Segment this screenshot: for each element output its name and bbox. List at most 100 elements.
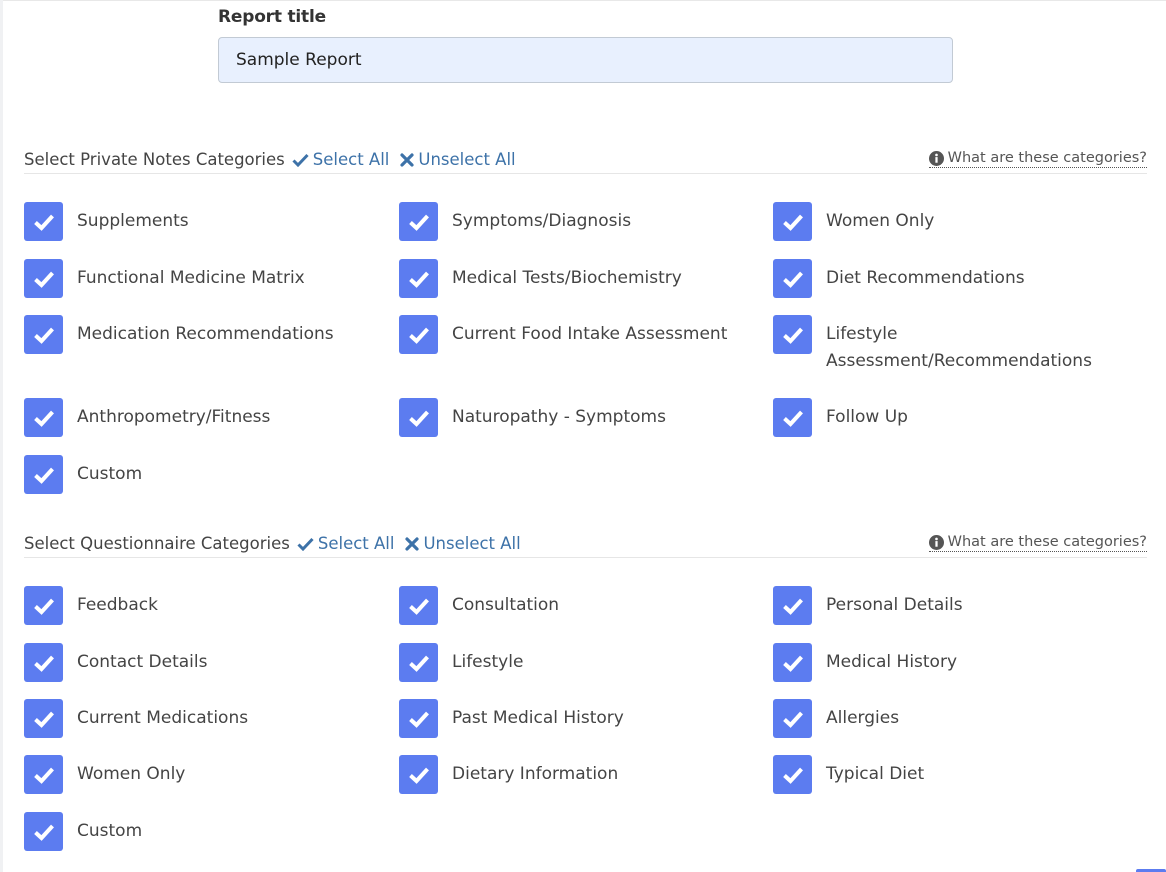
checkbox-label: Diet Recommendations	[826, 268, 1025, 288]
category-checkbox-item[interactable]: Custom	[24, 455, 397, 494]
check-icon	[292, 153, 309, 167]
questionnaire-section: Select Questionnaire Categories Select A…	[24, 530, 1147, 851]
checkbox-label: Women Only	[826, 211, 935, 231]
close-icon	[405, 536, 420, 551]
close-icon	[400, 152, 414, 167]
select-all-label: Select All	[312, 150, 390, 169]
checkbox[interactable]	[24, 202, 63, 241]
checkbox-label: Personal Details	[826, 595, 963, 615]
checkbox[interactable]	[399, 398, 438, 437]
checkbox[interactable]	[399, 315, 438, 354]
questionnaire-select-all-button[interactable]: Select All	[297, 534, 394, 553]
category-checkbox-item[interactable]: Current Medications	[24, 699, 397, 738]
checkbox[interactable]	[24, 398, 63, 437]
check-icon	[33, 598, 54, 615]
category-checkbox-item[interactable]: Personal Details	[773, 586, 1146, 625]
check-icon	[33, 711, 54, 728]
unselect-all-label: Unselect All	[418, 150, 516, 169]
check-icon	[408, 271, 429, 288]
checkbox-label: Supplements	[77, 211, 189, 231]
unselect-all-label: Unselect All	[423, 534, 521, 553]
questionnaire-unselect-all-button[interactable]: Unselect All	[405, 534, 521, 553]
category-checkbox-item[interactable]: Functional Medicine Matrix	[24, 259, 397, 298]
check-icon	[782, 271, 803, 288]
category-checkbox-item[interactable]: Allergies	[773, 699, 1146, 738]
check-icon	[782, 327, 803, 344]
category-checkbox-item[interactable]: Medical Tests/Biochemistry	[399, 259, 772, 298]
category-checkbox-item[interactable]: Lifestyle Assessment/Recommendations	[773, 315, 1146, 375]
checkbox-label: Lifestyle Assessment/Recommendations	[826, 324, 1092, 371]
report-title-group: Report title	[218, 6, 953, 83]
check-icon	[408, 410, 429, 427]
category-checkbox-item[interactable]: Contact Details	[24, 643, 397, 682]
checkbox[interactable]	[24, 259, 63, 298]
checkbox[interactable]	[24, 586, 63, 625]
checkbox-label: Medication Recommendations	[77, 324, 334, 344]
checkbox-label: Contact Details	[77, 652, 208, 672]
category-checkbox-item[interactable]: Lifestyle	[399, 643, 772, 682]
checkbox[interactable]	[399, 202, 438, 241]
checkbox[interactable]	[24, 699, 63, 738]
checkbox[interactable]	[399, 699, 438, 738]
category-checkbox-item[interactable]: Follow Up	[773, 398, 1146, 437]
checkbox[interactable]	[773, 315, 812, 354]
checkbox[interactable]	[399, 586, 438, 625]
checkbox[interactable]	[773, 259, 812, 298]
category-checkbox-item[interactable]: Anthropometry/Fitness	[24, 398, 397, 437]
private-notes-select-all-button[interactable]: Select All	[292, 150, 390, 169]
check-icon	[782, 214, 803, 231]
private-notes-heading: Select Private Notes Categories	[24, 150, 285, 169]
check-icon	[408, 327, 429, 344]
checkbox-label: Consultation	[452, 595, 560, 615]
checkbox-label: Past Medical History	[452, 708, 624, 728]
checkbox[interactable]	[773, 202, 812, 241]
check-icon	[408, 767, 429, 784]
category-checkbox-item[interactable]: Supplements	[24, 202, 397, 241]
category-checkbox-item[interactable]: Women Only	[24, 755, 397, 794]
top-border	[0, 0, 1166, 1]
check-icon	[408, 598, 429, 615]
questionnaire-info-link[interactable]: What are these categories?	[928, 533, 1147, 552]
checkbox[interactable]	[399, 259, 438, 298]
check-icon	[782, 410, 803, 427]
check-icon	[33, 467, 54, 484]
category-checkbox-item[interactable]: Medical History	[773, 643, 1146, 682]
report-title-input[interactable]	[218, 37, 953, 83]
check-icon	[33, 214, 54, 231]
category-checkbox-item[interactable]: Typical Diet	[773, 755, 1146, 794]
category-checkbox-item[interactable]: Custom	[24, 812, 397, 851]
category-checkbox-item[interactable]: Current Food Intake Assessment	[399, 315, 772, 354]
category-checkbox-item[interactable]: Consultation	[399, 586, 772, 625]
checkbox-label: Custom	[77, 464, 143, 484]
category-checkbox-item[interactable]: Dietary Information	[399, 755, 772, 794]
checkbox[interactable]	[24, 755, 63, 794]
checkbox[interactable]	[399, 643, 438, 682]
left-border	[0, 0, 3, 872]
checkbox-label: Current Medications	[77, 708, 249, 728]
checkbox[interactable]	[399, 755, 438, 794]
category-checkbox-item[interactable]: Women Only	[773, 202, 1146, 241]
checkbox[interactable]	[24, 643, 63, 682]
checkbox-label: Dietary Information	[452, 764, 619, 784]
private-notes-info-link[interactable]: What are these categories?	[928, 149, 1147, 168]
check-icon	[33, 655, 54, 672]
category-checkbox-item[interactable]: Past Medical History	[399, 699, 772, 738]
info-icon	[928, 534, 944, 550]
checkbox[interactable]	[773, 643, 812, 682]
category-checkbox-item[interactable]: Medication Recommendations	[24, 315, 397, 354]
category-checkbox-item[interactable]: Diet Recommendations	[773, 259, 1146, 298]
checkbox[interactable]	[24, 812, 63, 851]
category-checkbox-item[interactable]: Naturopathy - Symptoms	[399, 398, 772, 437]
checkbox[interactable]	[773, 699, 812, 738]
category-checkbox-item[interactable]: Symptoms/Diagnosis	[399, 202, 772, 241]
private-notes-unselect-all-button[interactable]: Unselect All	[400, 150, 516, 169]
checkbox-label: Medical Tests/Biochemistry	[452, 268, 682, 288]
checkbox[interactable]	[24, 315, 63, 354]
checkbox[interactable]	[24, 455, 63, 494]
checkbox[interactable]	[773, 755, 812, 794]
category-checkbox-item[interactable]: Feedback	[24, 586, 397, 625]
info-icon	[928, 150, 944, 166]
checkbox[interactable]	[773, 586, 812, 625]
checkbox-label: Lifestyle	[452, 652, 524, 672]
checkbox[interactable]	[773, 398, 812, 437]
